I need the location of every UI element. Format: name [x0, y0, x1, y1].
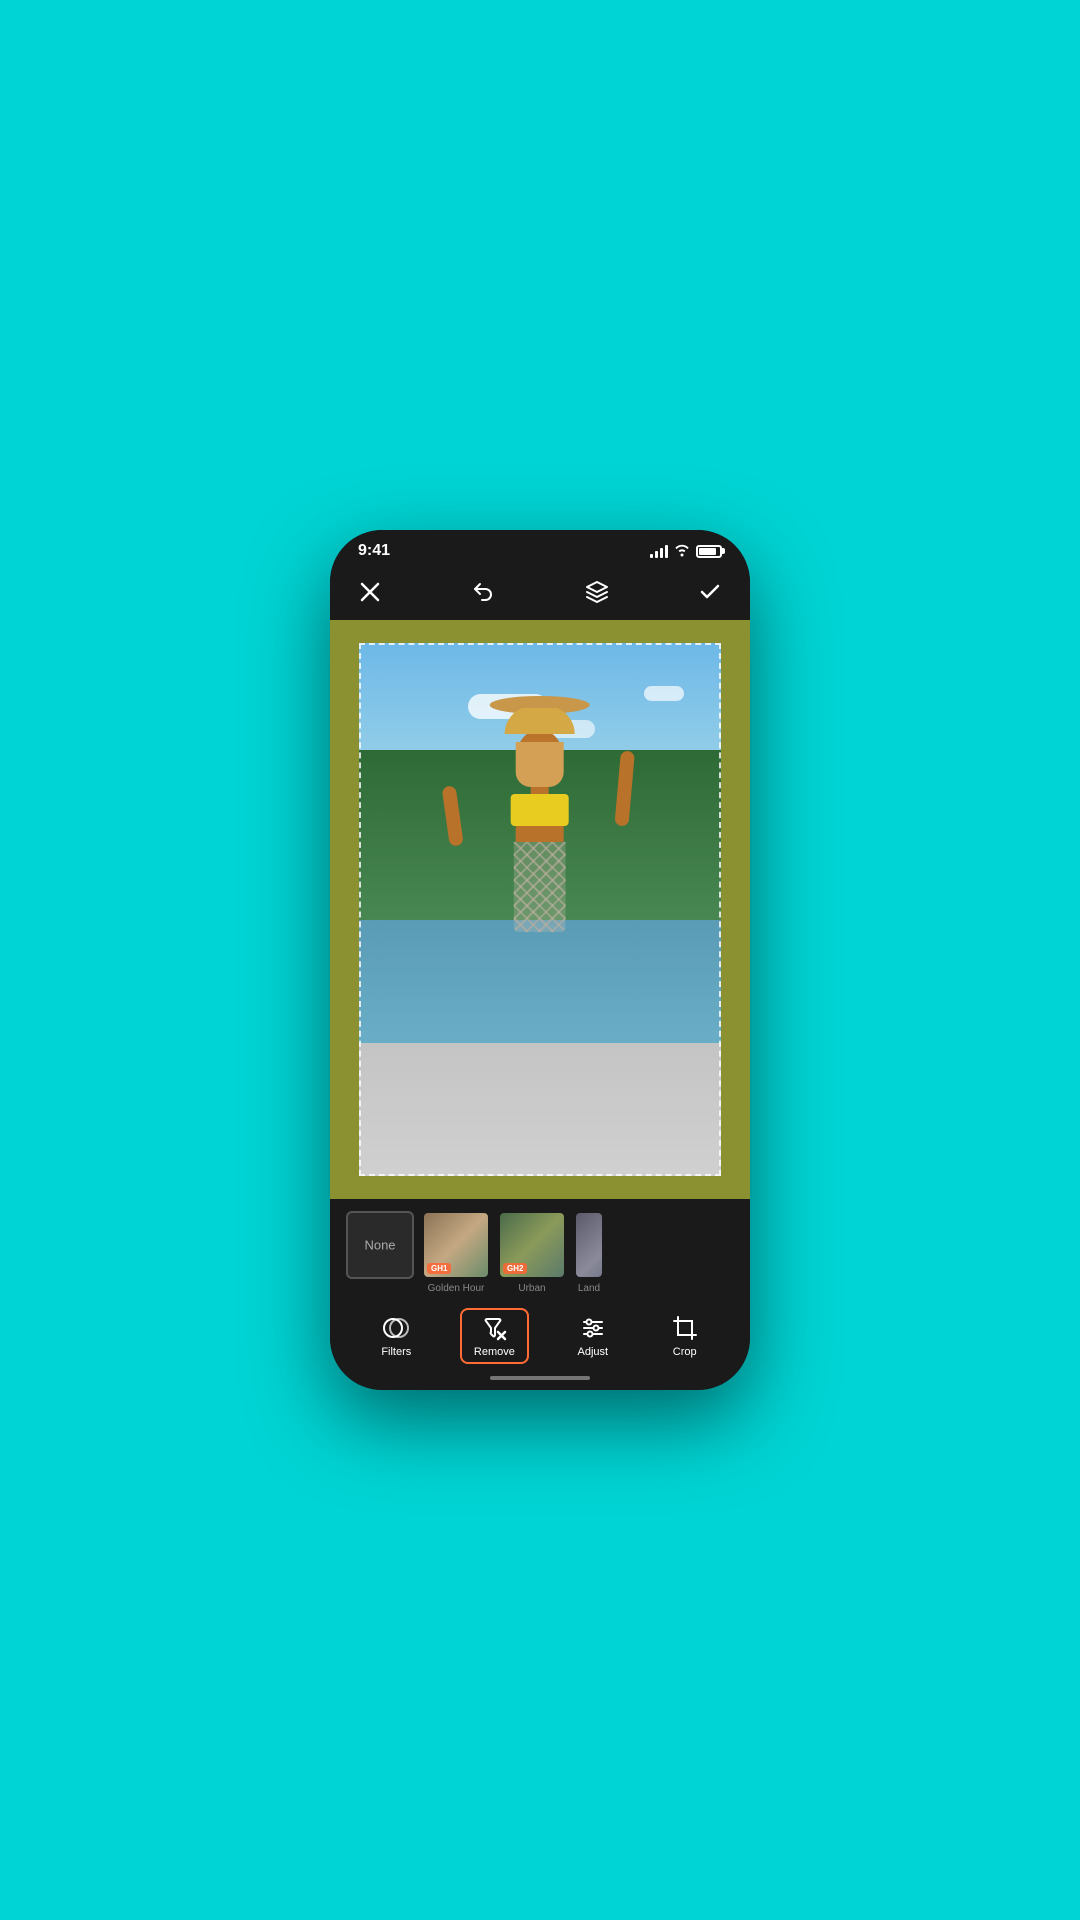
image-container[interactable] — [359, 643, 720, 1176]
filter-text-land: Land — [578, 1283, 600, 1294]
status-bar: 9:41 — [330, 530, 750, 566]
crop-icon — [671, 1314, 699, 1342]
home-indicator — [330, 1370, 750, 1390]
canvas-area — [330, 620, 750, 1199]
signal-icon — [650, 544, 668, 558]
filter-thumb-land[interactable] — [574, 1211, 604, 1279]
filters-icon — [382, 1314, 410, 1342]
tool-filters[interactable]: Filters — [367, 1308, 425, 1364]
filter-strip: None GH1 Golden Hour GH2 — [330, 1199, 750, 1298]
photo-display — [359, 643, 720, 1176]
phone-screen: 9:41 — [330, 530, 750, 1390]
tool-adjust[interactable]: Adjust — [563, 1308, 622, 1364]
tools-bar: Filters Remove — [330, 1298, 750, 1370]
undo-button[interactable] — [465, 574, 501, 610]
adjust-label: Adjust — [577, 1346, 608, 1358]
filter-badge-gh2: GH2 — [503, 1263, 527, 1274]
status-icons — [650, 543, 722, 560]
filter-item-gh1[interactable]: GH1 Golden Hour — [422, 1211, 490, 1294]
crop-label: Crop — [673, 1346, 697, 1358]
filter-thumb-none[interactable]: None — [346, 1211, 414, 1279]
home-bar — [490, 1376, 590, 1380]
filter-text-gh1: Golden Hour — [428, 1283, 485, 1294]
status-time: 9:41 — [358, 542, 390, 560]
layers-button[interactable] — [579, 574, 615, 610]
filter-item-land[interactable]: Land — [574, 1211, 604, 1294]
remove-label: Remove — [474, 1346, 515, 1358]
top-toolbar — [330, 566, 750, 620]
tool-crop[interactable]: Crop — [657, 1308, 713, 1364]
filter-badge-gh1: GH1 — [427, 1263, 451, 1274]
filters-label: Filters — [381, 1346, 411, 1358]
filter-thumb-gh2[interactable]: GH2 — [498, 1211, 566, 1279]
battery-icon — [696, 545, 722, 558]
filter-none-label: None — [364, 1238, 395, 1253]
remove-icon — [480, 1314, 508, 1342]
wifi-icon — [674, 543, 690, 560]
phone-frame: 9:41 — [330, 530, 750, 1390]
filter-item-gh2[interactable]: GH2 Urban — [498, 1211, 566, 1294]
adjust-icon — [579, 1314, 607, 1342]
filter-text-gh2: Urban — [518, 1283, 545, 1294]
confirm-button[interactable] — [692, 574, 728, 610]
filter-thumb-gh1[interactable]: GH1 — [422, 1211, 490, 1279]
tool-remove[interactable]: Remove — [460, 1308, 529, 1364]
bottom-section: None GH1 Golden Hour GH2 — [330, 1199, 750, 1390]
filter-item-none[interactable]: None — [346, 1211, 414, 1283]
close-button[interactable] — [352, 574, 388, 610]
